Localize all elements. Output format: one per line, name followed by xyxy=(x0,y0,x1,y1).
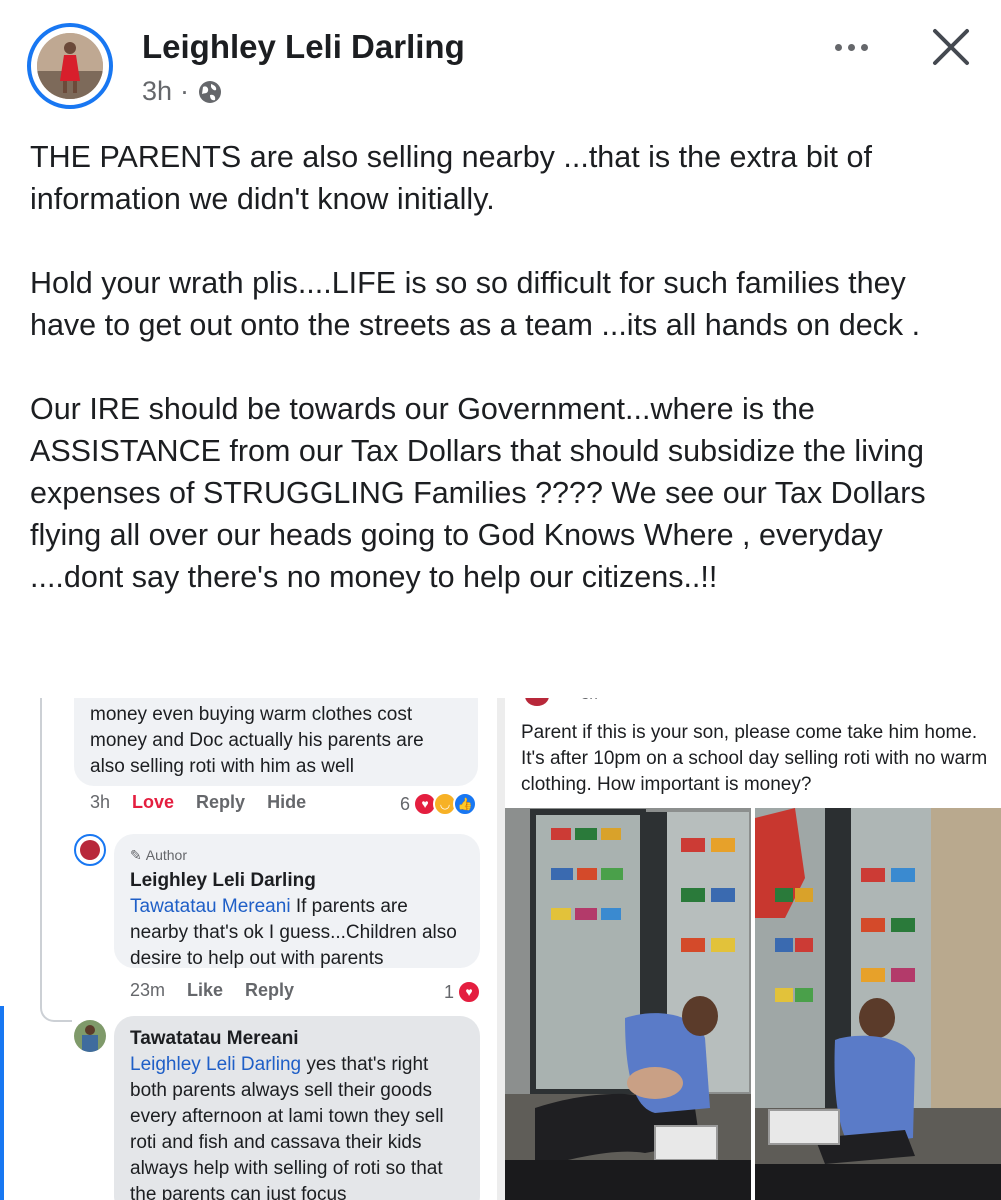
close-icon[interactable] xyxy=(926,22,976,72)
photo-child-lying[interactable] xyxy=(505,808,751,1200)
like-button[interactable]: Like xyxy=(187,980,223,1001)
attached-post-screenshot[interactable]: 3h Parent if this is your son, please co… xyxy=(505,698,1001,1200)
more-dots-icon[interactable] xyxy=(826,30,876,64)
author-avatar[interactable] xyxy=(27,23,113,109)
heart-reaction-icon: ♥ xyxy=(457,980,482,1004)
author-comment-bubble: ✎ Author Leighley Leli Darling Tawatatau… xyxy=(114,834,480,969)
reaction-summary[interactable]: 6 ♥ ◡ 👍 xyxy=(400,792,478,816)
author-badge-label: Author xyxy=(145,847,187,863)
reaction-count: 1 xyxy=(444,981,455,1002)
mention-link[interactable]: Leighley Leli Darling xyxy=(130,1054,301,1075)
comment-bubble: Tawatatau Mereani Leighley Leli Darling … xyxy=(114,1016,480,1200)
commenter-name[interactable]: Leighley Leli Darling xyxy=(130,868,464,894)
comment-time[interactable]: 3h xyxy=(90,792,110,813)
reply-button[interactable]: Reply xyxy=(245,980,294,1001)
divider xyxy=(497,698,505,1200)
author-avatar-small[interactable] xyxy=(74,834,106,866)
love-button[interactable]: Love xyxy=(132,792,174,813)
poster-avatar xyxy=(525,698,549,706)
reply-button[interactable]: Reply xyxy=(196,792,245,813)
post-time-fragment: 3h xyxy=(581,698,598,703)
author-badge: ✎ Author xyxy=(130,842,464,868)
comment-text: yes that's right both parents always sel… xyxy=(130,1054,444,1200)
photo-child-sitting[interactable] xyxy=(755,808,1001,1200)
comment-time[interactable]: 23m xyxy=(130,980,165,1001)
globe-icon[interactable] xyxy=(197,79,223,105)
highlight-bar xyxy=(0,1006,4,1200)
post-header: Leighley Leli Darling 3h · xyxy=(0,0,1001,120)
meta-separator: · xyxy=(180,76,190,106)
post-caption: Parent if this is your son, please come … xyxy=(521,722,988,795)
post-paragraph: Hold your wrath plis....LIFE is so so di… xyxy=(30,266,921,342)
comment-text: money even buying warm clothes cost mone… xyxy=(90,704,424,777)
commenter-avatar[interactable] xyxy=(74,1020,106,1052)
post-paragraph: Our IRE should be towards our Government… xyxy=(30,392,926,594)
thread-line xyxy=(40,698,42,838)
reaction-count: 6 xyxy=(400,793,411,814)
pencil-icon: ✎ xyxy=(130,847,142,863)
thread-line xyxy=(40,838,72,1022)
hide-button[interactable]: Hide xyxy=(267,792,306,813)
reaction-summary[interactable]: 1 ♥ xyxy=(444,980,482,1004)
attached-comments-screenshot[interactable]: money even buying warm clothes cost mone… xyxy=(0,698,497,1200)
avatar-photo xyxy=(37,33,103,99)
post-time[interactable]: 3h xyxy=(142,76,172,107)
mention-link[interactable]: Tawatatau Mereani xyxy=(130,896,291,917)
post-body: THE PARENTS are also selling nearby ...t… xyxy=(30,136,980,640)
author-name[interactable]: Leighley Leli Darling xyxy=(142,28,465,66)
like-reaction-icon: 👍 xyxy=(453,792,478,816)
comment-actions: 3h Love Reply Hide xyxy=(90,792,306,813)
comment-actions: 23m Like Reply xyxy=(130,980,294,1001)
commenter-name[interactable]: Tawatatau Mereani xyxy=(130,1026,464,1052)
post-meta: 3h · xyxy=(142,76,223,107)
post-paragraph: THE PARENTS are also selling nearby ...t… xyxy=(30,140,872,216)
comment-bubble: money even buying warm clothes cost mone… xyxy=(74,698,478,786)
